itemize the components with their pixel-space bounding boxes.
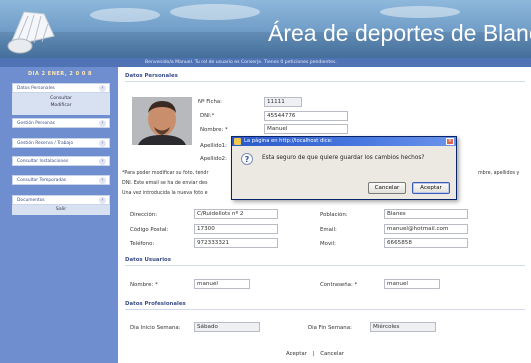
sidebar: DIA 2 ENER, 2 0 0 8 Datos Personales › C…: [0, 67, 118, 363]
cloud-decoration: [170, 4, 260, 20]
browser-icon: [234, 138, 241, 145]
inicio-semana-field[interactable]: Sábado: [194, 322, 260, 332]
chevron-icon: ›: [99, 85, 106, 92]
shuttlecock-icon: [7, 11, 55, 54]
section-title-personales: Datos Personales: [125, 73, 178, 79]
chevron-icon: ›: [99, 158, 106, 165]
password-label: Contraseña: *: [320, 282, 358, 288]
email-label: Email:: [320, 227, 337, 233]
sidebar-item-consultar-temporadas[interactable]: Consultar Temporadas ›: [12, 175, 110, 185]
sidebar-item-gestion-reserva[interactable]: Gestión Reserva / Trabajo ›: [12, 138, 110, 148]
info-text-line1: *Para poder modificar su foto, tendr: [122, 171, 209, 176]
cp-label: Código Postal:: [130, 227, 169, 233]
usuario-nombre-field[interactable]: manuel: [194, 279, 250, 289]
aceptar-link[interactable]: Aceptar: [286, 351, 307, 357]
cp-field[interactable]: 17300: [194, 224, 278, 234]
ficha-field[interactable]: 11111: [264, 97, 302, 107]
info-text-line3: Una vez introducida la nueva foto e: [122, 191, 208, 196]
nombre-field[interactable]: Manuel: [264, 124, 348, 134]
chevron-icon: ›: [99, 140, 106, 147]
question-icon: ?: [241, 153, 253, 165]
sidebar-sub-salir[interactable]: Salir: [12, 207, 110, 213]
email-field[interactable]: manuel@hotmail.com: [384, 224, 468, 234]
user-photo: [132, 97, 192, 145]
telefono-field[interactable]: 972333321: [194, 238, 278, 248]
ficha-label: Nº Ficha:: [198, 99, 222, 105]
section-title-profesionales: Datos Profesionales: [125, 301, 186, 307]
dni-label: DNI:*: [200, 113, 215, 119]
poblacion-label: Población:: [320, 212, 348, 218]
divider: [125, 265, 525, 266]
dialog-title: La página en http://localhost dice:: [244, 138, 333, 144]
movil-label: Movil:: [320, 241, 336, 247]
sidebar-item-label: Gestión Reserva / Trabajo: [17, 141, 74, 146]
dni-field[interactable]: 45544776: [264, 111, 348, 121]
dialog-cancel-button[interactable]: Cancelar: [368, 182, 406, 194]
poblacion-field[interactable]: Blanes: [384, 209, 468, 219]
separator: |: [312, 351, 315, 357]
direccion-field[interactable]: C/Ruidellots nº 2: [194, 209, 278, 219]
main-content: Datos Personales Nº Ficha: 11111 DNI:* 4…: [118, 67, 531, 363]
header-banner: Área de deportes de Blanes: [0, 0, 531, 58]
section-title-usuarios: Datos Usuarios: [125, 257, 171, 263]
cloud-decoration: [380, 6, 460, 18]
confirm-dialog: La página en http://localhost dice: × ? …: [231, 136, 457, 200]
sidebar-item-label: Documentos: [17, 198, 45, 203]
chevron-icon: ›: [99, 197, 106, 204]
dialog-accept-button[interactable]: Aceptar: [412, 182, 450, 194]
sidebar-item-label: Consultar Temporadas: [17, 178, 67, 183]
close-icon[interactable]: ×: [446, 138, 454, 145]
form-actions: Aceptar | Cancelar: [286, 351, 344, 357]
sidebar-item-label: Consultar Instalaciones: [17, 159, 69, 164]
nombre-label: Nombre: *: [200, 127, 228, 133]
sidebar-item-documentos[interactable]: Documentos ›: [12, 195, 110, 205]
chevron-icon: ›: [99, 177, 106, 184]
fin-semana-field[interactable]: Miércoles: [370, 322, 436, 332]
fin-semana-label: Dia Fin Semana:: [308, 325, 352, 331]
sidebar-date: DIA 2 ENER, 2 0 0 8: [27, 71, 93, 77]
welcome-message: Benvenido/a Manuel. Tu rol de usuario es…: [145, 60, 337, 65]
inicio-semana-label: Dia Inicio Semana:: [130, 325, 181, 331]
avatar: [132, 97, 192, 145]
cloud-decoration: [90, 8, 160, 22]
sidebar-item-datos-personales[interactable]: Datos Personales ›: [12, 83, 110, 93]
sidebar-item-gestion-personas[interactable]: Gestión Personas ›: [12, 118, 110, 128]
sidebar-sub-consultar[interactable]: Consultar: [12, 96, 110, 102]
movil-field[interactable]: 6665858: [384, 238, 468, 248]
sidebar-item-label: Datos Personales: [17, 86, 55, 91]
sidebar-sub-modificar[interactable]: Modificar: [12, 103, 110, 109]
info-text-line2: DNI. Este email se ha de enviar des: [122, 181, 208, 186]
apellido1-label: Apellido1:: [200, 143, 227, 149]
dialog-message: Esta seguro de que quiere guardar los ca…: [262, 155, 425, 161]
password-field[interactable]: manuel: [384, 279, 440, 289]
welcome-bar: Benvenido/a Manuel. Tu rol de usuario es…: [0, 58, 531, 67]
direccion-label: Dirección:: [130, 212, 158, 218]
divider: [125, 81, 525, 82]
sidebar-item-consultar-instalaciones[interactable]: Consultar Instalaciones ›: [12, 156, 110, 166]
sidebar-item-label: Gestión Personas: [17, 121, 55, 126]
page-title: Área de deportes de Blanes: [268, 20, 531, 46]
dialog-titlebar: La página en http://localhost dice: ×: [232, 137, 456, 146]
usuario-nombre-label: Nombre: *: [130, 282, 158, 288]
telefono-label: Teléfono:: [130, 241, 155, 247]
info-text-line1-end: mbre, apellidos y: [478, 171, 520, 176]
apellido2-label: Apellido2:: [200, 156, 227, 162]
divider: [125, 309, 525, 310]
chevron-icon: ›: [99, 120, 106, 127]
cancelar-link[interactable]: Cancelar: [320, 351, 344, 357]
